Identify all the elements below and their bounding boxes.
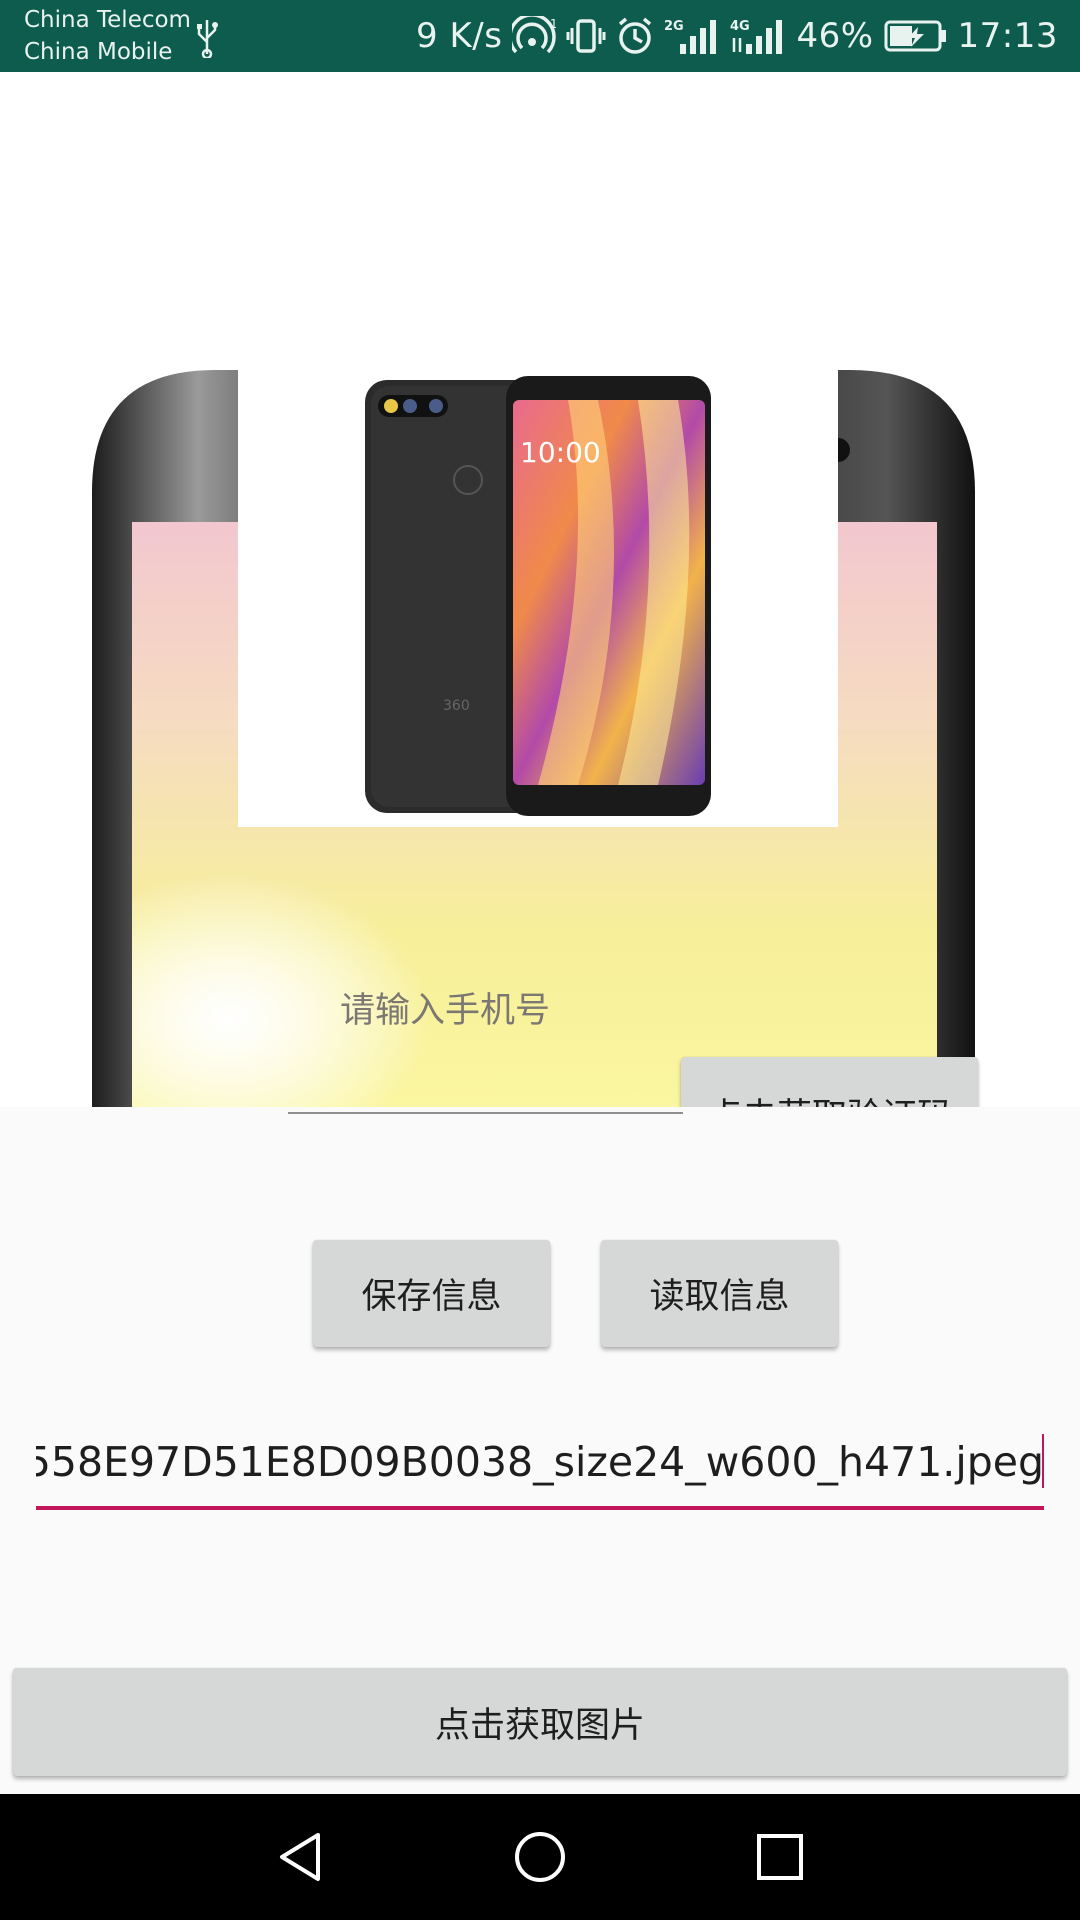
svg-text:360: 360 xyxy=(443,698,470,714)
image-url-input[interactable]: 558E97D51E8D09B0038_size24_w600_h471.jpe… xyxy=(36,1422,1044,1510)
net-speed: 9 K/s xyxy=(416,16,503,56)
svg-text:4G: 4G xyxy=(730,19,750,34)
text-cursor xyxy=(1042,1434,1044,1488)
product-screen-time: 10:00 xyxy=(520,436,601,469)
product-photo: 360 10:00 xyxy=(238,370,838,827)
alarm-icon xyxy=(619,17,652,54)
carrier-info: China Telecom China Mobile xyxy=(24,4,191,68)
get-image-button[interactable]: 点击获取图片 xyxy=(13,1668,1067,1776)
app-screen: China Telecom China Mobile 9 K/s 1 2G 4G… xyxy=(0,0,1080,1920)
battery-percent: 46% xyxy=(796,16,874,56)
get-verification-code-button[interactable]: 点击获取验证码 xyxy=(681,1057,978,1107)
home-icon[interactable] xyxy=(510,1827,570,1887)
usb-icon xyxy=(197,20,218,58)
background-phone-image: 360 10:00 请输入手机号 点击获取验证码 xyxy=(0,72,1080,1107)
back-icon[interactable] xyxy=(270,1827,330,1887)
navigation-bar xyxy=(0,1794,1080,1920)
svg-text:2G: 2G xyxy=(664,19,684,34)
status-icons: 9 K/s 1 2G 4G 46% 17:13 xyxy=(416,0,1058,72)
signal-4g-icon: 4G xyxy=(730,19,783,54)
read-info-button[interactable]: 读取信息 xyxy=(601,1240,838,1347)
battery-charging-icon xyxy=(884,20,946,52)
save-info-button[interactable]: 保存信息 xyxy=(313,1240,550,1347)
status-bar: China Telecom China Mobile 9 K/s 1 2G 4G… xyxy=(0,0,1080,72)
vibrate-icon xyxy=(566,19,606,53)
carrier-1: China Telecom xyxy=(24,7,191,33)
image-url-value: 558E97D51E8D09B0038_size24_w600_h471.jpe… xyxy=(36,1438,1044,1486)
hotspot-icon: 1 xyxy=(512,16,556,54)
signal-2g-icon: 2G xyxy=(664,19,717,54)
phone-input-underline[interactable] xyxy=(288,1112,683,1114)
carrier-2: China Mobile xyxy=(24,39,173,65)
phone-number-hint[interactable]: 请输入手机号 xyxy=(340,982,550,1033)
clock: 17:13 xyxy=(957,16,1058,56)
svg-text:1: 1 xyxy=(550,17,556,31)
recents-icon[interactable] xyxy=(750,1827,810,1887)
